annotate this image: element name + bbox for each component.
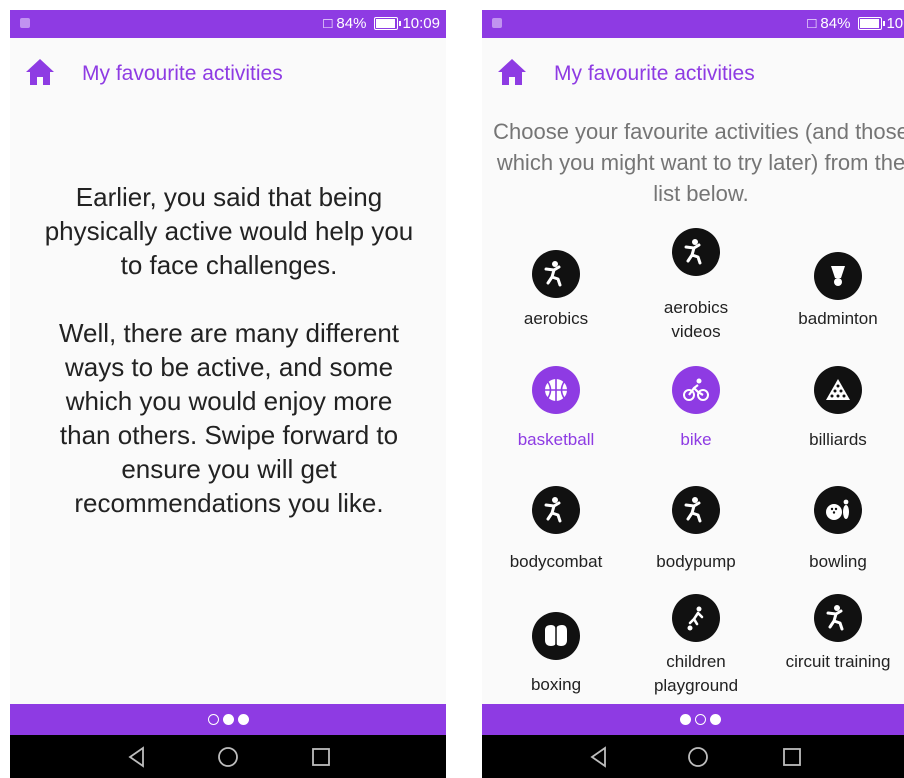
instruction-text: Choose your favourite activities (and th… bbox=[493, 119, 904, 206]
app-bar: My favourite activities bbox=[482, 38, 904, 102]
status-indicators: □ 84% 10:09 bbox=[807, 15, 904, 32]
page-indicator bbox=[10, 704, 446, 735]
app-bar: My favourite activities bbox=[10, 38, 446, 102]
page-dot[interactable] bbox=[237, 714, 249, 725]
phone-screen-activities: □ 84% 10:09 My favourite activities Choo… bbox=[482, 10, 904, 778]
billiards-icon bbox=[814, 366, 862, 414]
battery-saver-icon: □ bbox=[323, 15, 333, 32]
battery-percent: 84% bbox=[336, 15, 367, 32]
activity-label: aerobics videos bbox=[663, 298, 729, 341]
recents-icon[interactable] bbox=[310, 746, 332, 768]
back-icon[interactable] bbox=[126, 746, 148, 768]
notification-icon bbox=[492, 18, 502, 28]
phone-screen-intro: □ 84% 10:09 My favourite activities Earl… bbox=[10, 10, 446, 778]
system-nav-bar bbox=[10, 735, 446, 778]
recents-icon[interactable] bbox=[781, 746, 803, 768]
battery-saver-icon: □ bbox=[807, 15, 817, 32]
battery-icon bbox=[374, 17, 402, 30]
aerobics-icon bbox=[532, 250, 580, 298]
activity-label: boxing bbox=[530, 675, 582, 694]
status-indicators: □ 84% 10:09 bbox=[323, 15, 440, 32]
activity-label: billiards bbox=[809, 430, 867, 449]
aerobics-icon bbox=[814, 594, 862, 642]
intro-paragraph: Earlier, you said that being physically … bbox=[44, 182, 414, 280]
intro-text: Earlier, you said that being physically … bbox=[44, 180, 414, 520]
activity-label: bike bbox=[680, 430, 712, 449]
activity-label: children playground bbox=[653, 652, 739, 695]
basketball-icon bbox=[532, 366, 580, 414]
intro-paragraph: Well, there are many different ways to b… bbox=[58, 318, 400, 518]
page-indicator bbox=[482, 704, 904, 735]
activity-label: aerobics bbox=[523, 309, 589, 328]
home-circle-icon[interactable] bbox=[217, 746, 239, 768]
boxing-gloves-icon bbox=[532, 612, 580, 660]
aerobics-icon bbox=[672, 486, 720, 534]
child-playing-icon bbox=[672, 594, 720, 642]
back-icon[interactable] bbox=[588, 746, 610, 768]
battery-icon bbox=[858, 17, 886, 30]
page-dot[interactable] bbox=[709, 714, 721, 725]
page-dot[interactable] bbox=[207, 714, 219, 725]
aerobics-icon bbox=[672, 228, 720, 276]
home-circle-icon[interactable] bbox=[687, 746, 709, 768]
activity-label: basketball bbox=[517, 430, 595, 449]
activity-label: bowling bbox=[809, 552, 867, 571]
home-icon[interactable] bbox=[24, 56, 56, 88]
bike-icon bbox=[672, 366, 720, 414]
page-dot[interactable] bbox=[222, 714, 234, 725]
clock: 10:09 bbox=[886, 15, 904, 32]
battery-percent: 84% bbox=[820, 15, 851, 32]
page-dot[interactable] bbox=[679, 714, 691, 725]
page-title: My favourite activities bbox=[82, 62, 283, 85]
activity-label: bodycombat bbox=[509, 552, 603, 571]
home-icon[interactable] bbox=[496, 56, 528, 88]
activity-label: bodypump bbox=[656, 552, 736, 571]
status-bar: □ 84% 10:09 bbox=[482, 10, 904, 38]
bowling-icon bbox=[814, 486, 862, 534]
status-bar: □ 84% 10:09 bbox=[10, 10, 446, 38]
clock: 10:09 bbox=[402, 15, 440, 32]
activity-label: badminton bbox=[798, 309, 878, 328]
page-dot[interactable] bbox=[694, 714, 706, 725]
system-nav-bar bbox=[482, 735, 904, 778]
aerobics-icon bbox=[532, 486, 580, 534]
activity-label: circuit training bbox=[785, 652, 891, 671]
page-title: My favourite activities bbox=[554, 62, 755, 85]
notification-icon bbox=[20, 18, 30, 28]
shuttlecock-icon bbox=[814, 252, 862, 300]
